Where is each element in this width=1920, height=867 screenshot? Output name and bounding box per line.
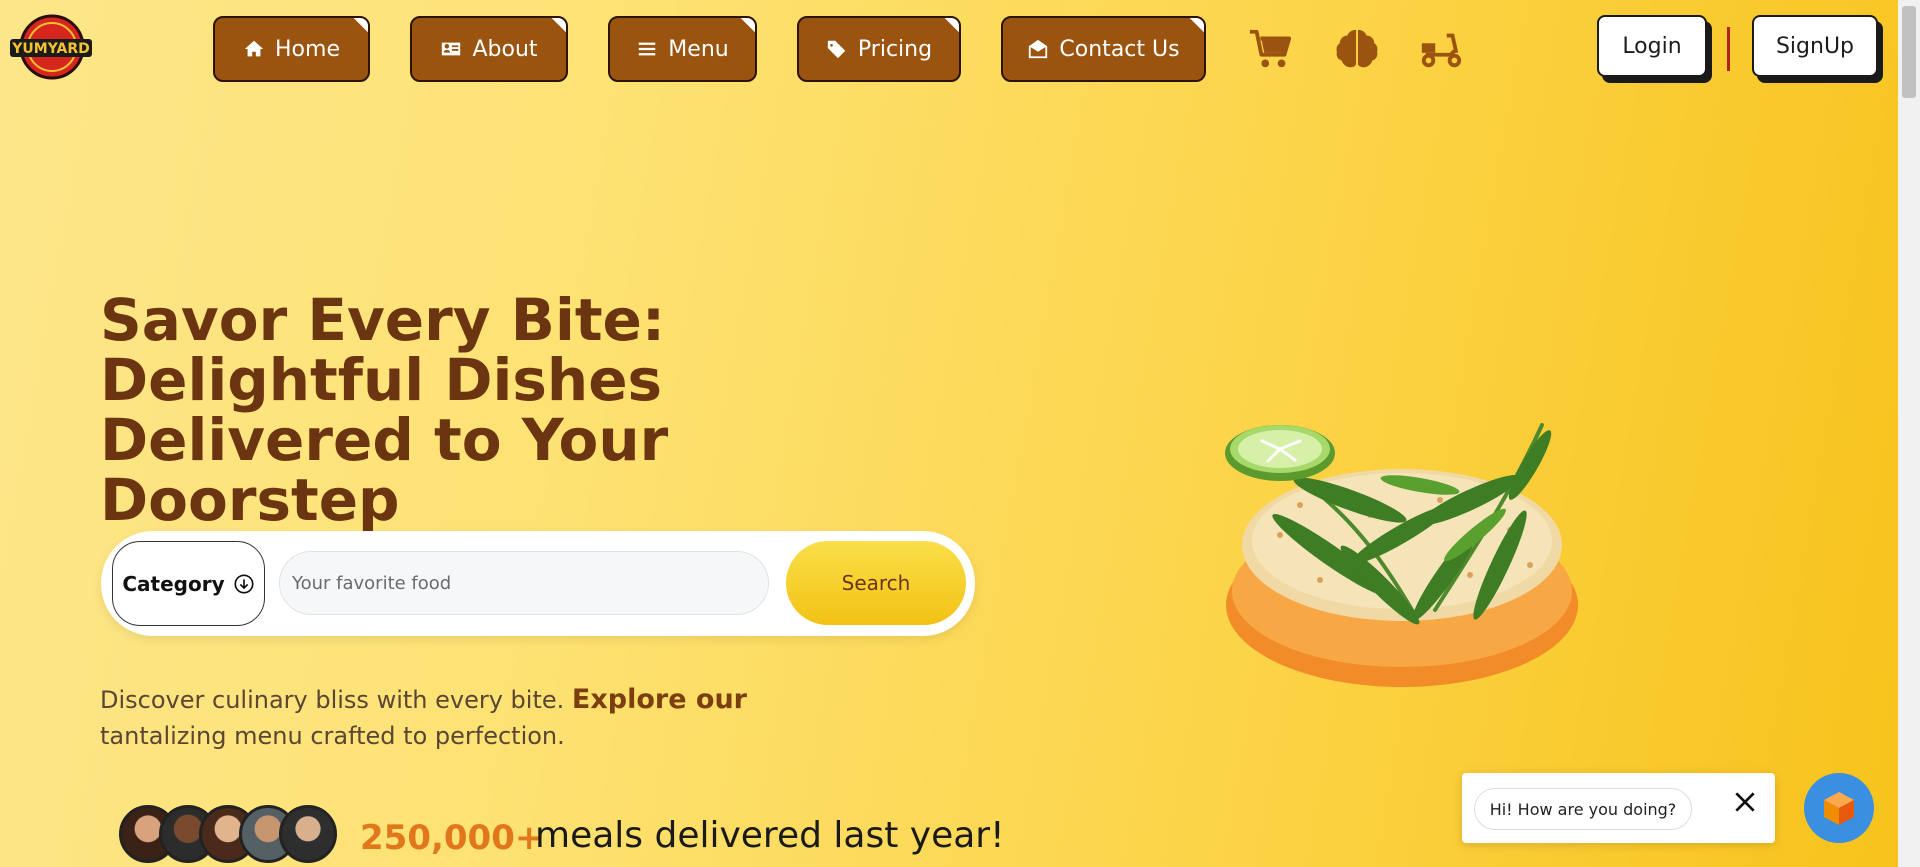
customer-avatars — [119, 805, 349, 867]
tags-icon — [827, 40, 846, 59]
chat-greeting-bubble[interactable]: Hi! How are you doing? — [1474, 788, 1692, 830]
avatar — [279, 805, 337, 863]
nav-about-label: About — [472, 36, 538, 62]
brain-icon[interactable] — [1334, 26, 1380, 72]
tagline-start: Discover culinary bliss with every bite. — [100, 686, 572, 714]
category-label: Category — [122, 571, 225, 596]
hamburger-icon — [639, 42, 656, 56]
close-icon[interactable] — [1732, 789, 1758, 815]
nav-home-button[interactable]: Home — [213, 16, 370, 82]
tagline-end: tantalizing menu crafted to perfection. — [100, 722, 565, 750]
arrow-down-circle-icon — [234, 573, 254, 594]
nav-contact-label: Contact Us — [1059, 36, 1180, 62]
login-button[interactable]: Login — [1597, 15, 1707, 77]
logo-text: YUMYARD — [11, 41, 89, 57]
nav-contact-button[interactable]: Contact Us — [1001, 16, 1206, 82]
scooter-icon[interactable] — [1418, 26, 1464, 72]
category-button[interactable]: Category — [112, 541, 265, 626]
scrollbar-thumb[interactable] — [1902, 6, 1916, 98]
nav-pricing-button[interactable]: Pricing — [797, 16, 961, 82]
food-illustration — [1210, 405, 1595, 695]
id-card-icon — [442, 42, 461, 56]
cube-icon — [1824, 792, 1854, 825]
search-bar: Category Search — [101, 531, 975, 636]
hero-title: Savor Every Bite: Delightful Dishes Deli… — [100, 286, 669, 534]
page-scrollbar[interactable] — [1898, 0, 1920, 867]
food-search-input[interactable] — [279, 551, 769, 615]
auth-divider — [1727, 27, 1730, 71]
home-icon — [244, 40, 264, 57]
nav-home-label: Home — [275, 36, 340, 62]
meals-count: 250,000+ — [360, 818, 544, 858]
nav-menu-label: Menu — [668, 36, 729, 62]
chat-launcher-button[interactable] — [1804, 773, 1874, 843]
search-button[interactable]: Search — [786, 541, 966, 625]
nav-menu-button[interactable]: Menu — [608, 16, 757, 82]
chat-greeting-card: Hi! How are you doing? — [1462, 773, 1775, 843]
hero-tagline: Discover culinary bliss with every bite.… — [100, 682, 860, 754]
nav-about-button[interactable]: About — [410, 16, 568, 82]
tagline-highlight: Explore our — [571, 684, 747, 715]
brand-logo[interactable]: YUMYARD — [8, 14, 94, 80]
signup-button[interactable]: SignUp — [1752, 15, 1878, 77]
envelope-open-icon — [1029, 39, 1048, 59]
cart-icon[interactable] — [1248, 26, 1294, 72]
meals-label: meals delivered last year! — [535, 815, 1005, 856]
nav-pricing-label: Pricing — [857, 36, 933, 62]
